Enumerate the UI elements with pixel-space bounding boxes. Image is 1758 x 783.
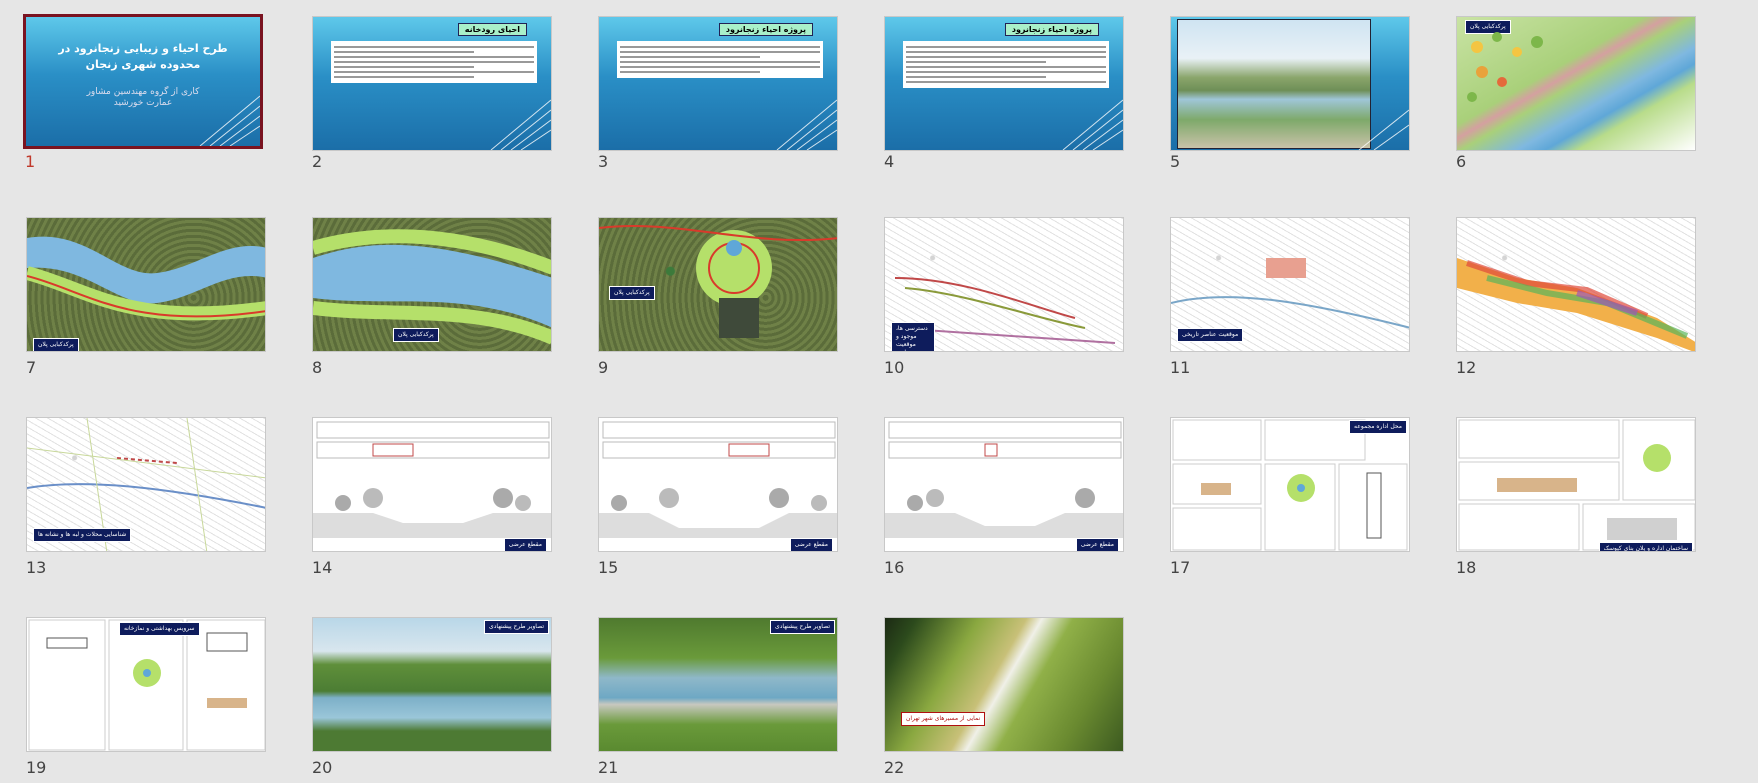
slide-number: 13 bbox=[26, 558, 47, 577]
slide-label: شناسایی محلات و لبه ها و نشانه ها bbox=[33, 528, 132, 542]
slide-number: 11 bbox=[1170, 358, 1191, 377]
building-drawings bbox=[1458, 419, 1695, 551]
cross-section bbox=[599, 421, 837, 538]
slide-number: 9 bbox=[598, 358, 609, 377]
slide-header: احیای رودخانه bbox=[457, 23, 527, 36]
slide-thumbnail-6[interactable]: پرکدکبایی پلان bbox=[1456, 16, 1696, 151]
slide-number: 10 bbox=[884, 358, 905, 377]
slide-thumbnail-19[interactable]: سرویس بهداشتی و نمازخانه bbox=[26, 617, 266, 752]
decorative-streaks bbox=[1062, 99, 1123, 150]
river-plan bbox=[27, 236, 265, 321]
slide-thumbnail-13[interactable]: شناسایی محلات و لبه ها و نشانه ها bbox=[26, 417, 266, 552]
slide-number: 7 bbox=[26, 358, 37, 377]
building-drawings bbox=[1172, 419, 1408, 551]
cross-section bbox=[313, 421, 551, 538]
decorative-streaks bbox=[1358, 109, 1409, 150]
slide-thumbnail-15[interactable]: مقطع عرضی bbox=[598, 417, 838, 552]
slide-label: ساختمان اداره و پلان بنای کیوسک bbox=[1598, 542, 1693, 551]
slide-thumbnail-4[interactable]: پروژه احیاء زنجانرود bbox=[884, 16, 1124, 151]
slide-thumbnail-18[interactable]: ساختمان اداره و پلان بنای کیوسک bbox=[1456, 417, 1696, 552]
slide-thumbnail-21[interactable]: تصاویر طرح پیشنهادی bbox=[598, 617, 838, 752]
building-drawings bbox=[28, 619, 265, 751]
slide-number: 14 bbox=[312, 558, 333, 577]
slide-label: پرکدکبایی پلان bbox=[33, 338, 79, 351]
slide-number: 4 bbox=[884, 152, 895, 171]
slide-thumbnail-7[interactable]: پرکدکبایی پلان bbox=[26, 217, 266, 352]
slide-number: 18 bbox=[1456, 558, 1477, 577]
slide-number: 22 bbox=[884, 758, 905, 777]
slide-header: پروژه احیاء زنجانرود bbox=[1004, 23, 1099, 36]
slide-label: دسترسی ها، موجود و موقعیت عناصر تاریخی bbox=[891, 322, 935, 351]
slide-thumbnail-17[interactable]: محل اداره مجموعه bbox=[1170, 417, 1410, 552]
slide-thumbnail-8[interactable]: پرکدکبایی پلان bbox=[312, 217, 552, 352]
slide-thumbnail-12[interactable] bbox=[1456, 217, 1696, 352]
slide-number: 19 bbox=[26, 758, 47, 777]
slide-number: 16 bbox=[884, 558, 905, 577]
slide-label: سرویس بهداشتی و نمازخانه bbox=[119, 622, 200, 636]
slide-subtitle: کاری از گروه مهندسین مشاور عمارت خورشید bbox=[86, 87, 200, 108]
text-box bbox=[903, 41, 1109, 88]
slide-thumbnail-2[interactable]: احیای رودخانه bbox=[312, 16, 552, 151]
slide-label: محل اداره مجموعه bbox=[1349, 420, 1407, 434]
slide-number: 12 bbox=[1456, 358, 1477, 377]
slide-number: 15 bbox=[598, 558, 619, 577]
slide-label: تصاویر طرح پیشنهادی bbox=[484, 620, 549, 634]
slide-thumbnail-14[interactable]: مقطع عرضی bbox=[312, 417, 552, 552]
text-box bbox=[331, 41, 537, 83]
slide-number: 3 bbox=[598, 152, 609, 171]
slide-thumbnail-5[interactable] bbox=[1170, 16, 1410, 151]
slide-title: طرح احیاء و زیبایی زنجانرود در محدوده شه… bbox=[58, 42, 228, 71]
slide-number: 2 bbox=[312, 152, 323, 171]
site-plan bbox=[599, 224, 837, 338]
slide-number: 17 bbox=[1170, 558, 1191, 577]
slide-thumbnail-22[interactable]: نمایی از مسیرهای شهر تهران bbox=[884, 617, 1124, 752]
slide-number: 1 bbox=[25, 152, 36, 171]
slide-header: پروژه احیاء زنجانرود bbox=[718, 23, 813, 36]
slide-number: 8 bbox=[312, 358, 323, 377]
slide-label: پرکدکبایی پلان bbox=[393, 328, 439, 342]
text-box bbox=[617, 41, 823, 78]
slide-label: مقطع عرضی bbox=[789, 538, 833, 551]
slide-label: پرکدکبایی پلان bbox=[609, 286, 655, 300]
slide-thumbnail-9[interactable]: پرکدکبایی پلان bbox=[598, 217, 838, 352]
slide-label: مقطع عرضی bbox=[1075, 538, 1119, 551]
plan-trees bbox=[1467, 32, 1543, 102]
slide-number: 21 bbox=[598, 758, 619, 777]
slide-number: 20 bbox=[312, 758, 333, 777]
decorative-streaks bbox=[490, 99, 551, 150]
cross-section bbox=[885, 421, 1123, 538]
slide-thumbnail-10[interactable]: دسترسی ها، موجود و موقعیت عناصر تاریخی bbox=[884, 217, 1124, 352]
slide-label: نمایی از مسیرهای شهر تهران bbox=[901, 712, 986, 726]
slide-label: موقعیت عناصر تاریخی bbox=[1177, 328, 1244, 342]
zoning-map bbox=[1457, 258, 1695, 351]
slide-thumbnail-1[interactable]: طرح احیاء و زیبایی زنجانرود در محدوده شه… bbox=[23, 14, 263, 149]
slide-thumbnail-11[interactable]: موقعیت عناصر تاریخی bbox=[1170, 217, 1410, 352]
slide-label: تصاویر طرح پیشنهادی bbox=[770, 620, 835, 634]
decorative-streaks bbox=[776, 99, 837, 150]
slide-label: مقطع عرضی bbox=[503, 538, 547, 551]
slide-number: 5 bbox=[1170, 152, 1181, 171]
slide-thumbnail-20[interactable]: تصاویر طرح پیشنهادی bbox=[312, 617, 552, 752]
slide-thumbnail-16[interactable]: مقطع عرضی bbox=[884, 417, 1124, 552]
slide-thumbnail-3[interactable]: پروژه احیاء زنجانرود bbox=[598, 16, 838, 151]
slide-number: 6 bbox=[1456, 152, 1467, 171]
